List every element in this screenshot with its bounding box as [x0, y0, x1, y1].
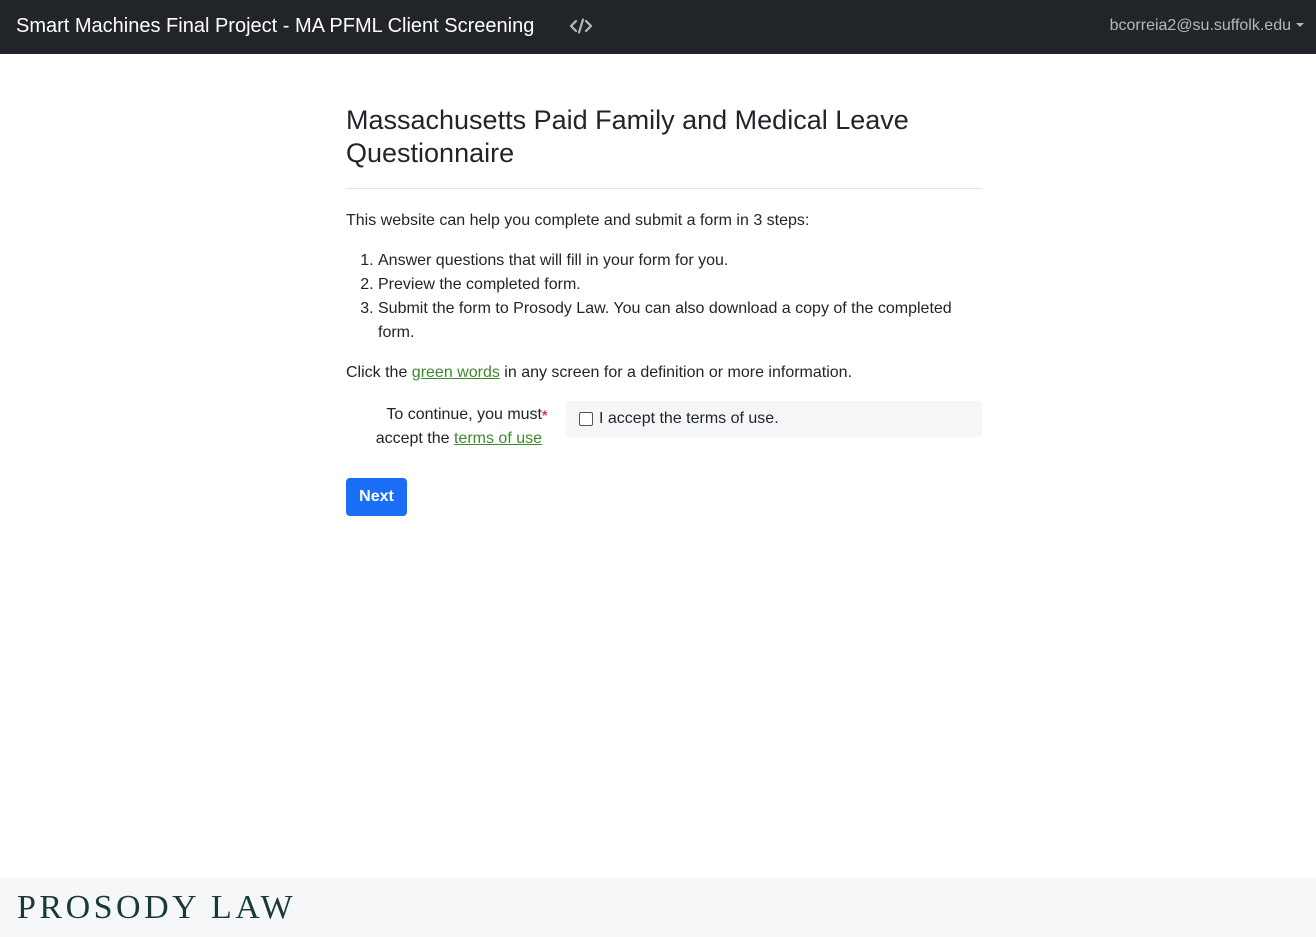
- chevron-down-icon: [1296, 23, 1304, 27]
- user-email: bcorreia2@su.suffolk.edu: [1109, 17, 1291, 34]
- list-item: Preview the completed form.: [378, 273, 982, 297]
- page-title: Massachusetts Paid Family and Medical Le…: [346, 104, 982, 189]
- prosody-law-logo: PROSODY LAW: [17, 889, 297, 926]
- user-menu[interactable]: bcorreia2@su.suffolk.edu: [1110, 15, 1304, 37]
- list-item: Answer questions that will fill in your …: [378, 249, 982, 273]
- list-item: Submit the form to Prosody Law. You can …: [378, 297, 982, 345]
- top-navbar: Smart Machines Final Project - MA PFML C…: [0, 0, 1316, 54]
- next-button[interactable]: Next: [346, 478, 407, 516]
- app-title[interactable]: Smart Machines Final Project - MA PFML C…: [16, 13, 534, 39]
- footer: PROSODY LAW: [0, 878, 1316, 937]
- steps-list: Answer questions that will fill in your …: [346, 249, 982, 345]
- terms-field: To continue, you must accept the terms o…: [346, 401, 982, 461]
- checkbox-label: I accept the terms of use.: [599, 410, 779, 427]
- terms-of-use-link[interactable]: terms of use: [454, 430, 542, 447]
- hint-suffix: in any screen for a definition or more i…: [499, 364, 853, 381]
- terms-label: To continue, you must accept the terms o…: [346, 403, 542, 451]
- accept-terms-checkbox-row[interactable]: I accept the terms of use.: [566, 401, 982, 437]
- code-icon[interactable]: [568, 14, 594, 38]
- main-content: Massachusetts Paid Family and Medical Le…: [346, 100, 982, 516]
- accept-terms-checkbox[interactable]: [579, 412, 593, 426]
- green-words-link[interactable]: green words: [412, 364, 500, 381]
- intro-text: This website can help you complete and s…: [346, 212, 810, 229]
- hint-text: Click the green words in any screen for …: [346, 361, 982, 385]
- hint-prefix: Click the: [346, 364, 412, 381]
